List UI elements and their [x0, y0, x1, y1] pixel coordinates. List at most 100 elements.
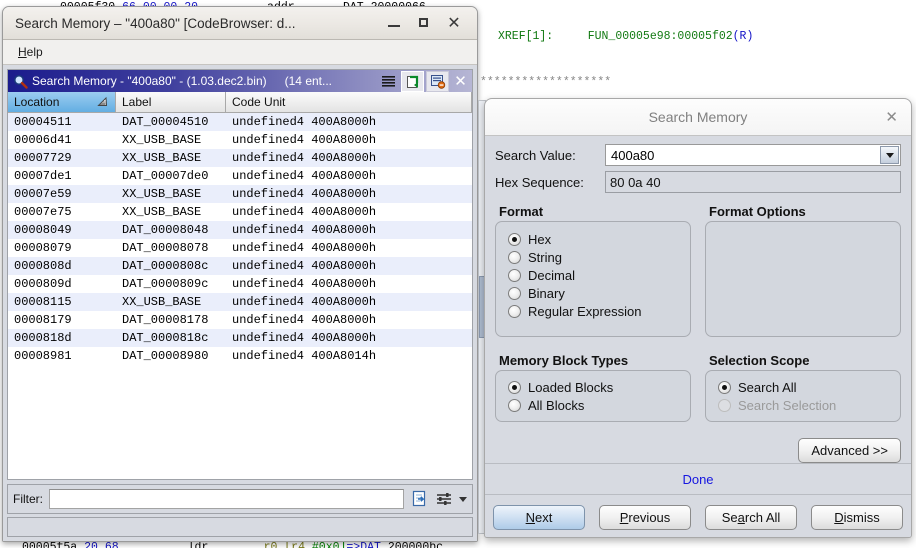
- search-value-combo[interactable]: 400a80: [605, 144, 901, 166]
- radio-button-icon[interactable]: [508, 268, 521, 282]
- radio-button-icon[interactable]: [508, 250, 521, 264]
- selection-scope-search-selection: Search Selection: [706, 396, 900, 414]
- cell-location: 00007de1: [14, 169, 72, 183]
- cell-label: DAT_00004510: [122, 115, 209, 129]
- cell-label: XX_USB_BASE: [122, 295, 202, 309]
- cell-code-unit: undefined4 400A8000h: [232, 205, 377, 219]
- cell-code-unit: undefined4 400A8000h: [232, 223, 377, 237]
- table-row[interactable]: 0000809d DAT_0000809c undefined4 400A8000h: [8, 275, 472, 293]
- radio-button-icon[interactable]: [508, 232, 521, 246]
- cell-code-unit: undefined4 400A8000h: [232, 259, 377, 273]
- selection-scope-search-all[interactable]: Search All: [706, 378, 900, 396]
- cell-code-unit: undefined4 400A8000h: [232, 295, 377, 309]
- button-label: Dismiss: [834, 509, 880, 525]
- menu-bar: Help: [3, 40, 477, 65]
- cell-code-unit: undefined4 400A8000h: [232, 133, 377, 147]
- column-header-label: Location: [14, 95, 60, 109]
- filter-input[interactable]: [49, 489, 404, 509]
- format-group-title: Format: [499, 204, 544, 219]
- results-panel-tools: ✕: [378, 70, 470, 92]
- radio-button-icon[interactable]: [508, 304, 521, 318]
- close-panel-icon[interactable]: ✕: [451, 72, 470, 90]
- cell-label: XX_USB_BASE: [122, 187, 202, 201]
- cell-label: DAT_00007de0: [122, 169, 209, 183]
- selection-scope-group-title: Selection Scope: [709, 353, 810, 368]
- radio-button-icon[interactable]: [508, 398, 521, 412]
- remove-items-icon[interactable]: [426, 70, 449, 92]
- window-title-bar[interactable]: Search Memory – "400a80" [CodeBrowser: d…: [3, 7, 477, 40]
- dialog-close-icon[interactable]: ✕: [885, 108, 898, 126]
- filter-options-icon[interactable]: [411, 490, 429, 508]
- column-header-code-unit[interactable]: Code Unit: [226, 92, 472, 112]
- format-option-regular-expression[interactable]: Regular Expression: [496, 302, 690, 320]
- memory-block-type-all-blocks[interactable]: All Blocks: [496, 396, 690, 414]
- listing-token: [r4,: [284, 541, 312, 548]
- cell-code-unit: undefined4 400A8000h: [232, 169, 377, 183]
- make-selection-icon[interactable]: [401, 70, 424, 92]
- window-controls: ✕: [387, 15, 471, 31]
- menu-item-help[interactable]: Help: [13, 43, 48, 61]
- table-row[interactable]: 00008049 DAT_00008048 undefined4 400A8000h: [8, 221, 472, 239]
- close-icon[interactable]: ✕: [447, 15, 461, 31]
- memory-block-types-group-title: Memory Block Types: [499, 353, 629, 368]
- results-panel: Search Memory - "400a80" - (1.03.dec2.bi…: [7, 69, 473, 480]
- listing-token: FUN_00005e98:00005f02: [587, 30, 733, 43]
- radio-button-icon[interactable]: [718, 380, 731, 394]
- listing-line: XREF[1]: FUN_00005e98:00005f02(R): [498, 30, 753, 43]
- minimize-icon[interactable]: [387, 16, 401, 30]
- previous-button[interactable]: Previous: [599, 504, 691, 530]
- next-button[interactable]: Next: [493, 504, 585, 530]
- cell-location: 0000808d: [14, 259, 72, 273]
- cell-label: DAT_0000818c: [122, 331, 209, 345]
- column-header-label[interactable]: Label: [116, 92, 226, 112]
- cell-label: DAT_0000808c: [122, 259, 209, 273]
- dialog-button-bar: Next Previous Search All Dismiss: [485, 494, 911, 537]
- filter-label: Filter:: [13, 492, 43, 506]
- table-row[interactable]: 00008115 XX_USB_BASE undefined4 400A8000h: [8, 293, 472, 311]
- search-memory-dialog: Search Memory ✕ Search Value: 400a80 Hex…: [484, 98, 912, 538]
- chevron-down-icon[interactable]: [459, 496, 467, 502]
- filter-settings-icon[interactable]: [435, 490, 453, 508]
- results-table-body[interactable]: 00004511 DAT_00004510 undefined4 400A8000h…: [8, 113, 472, 479]
- table-row[interactable]: 0000808d DAT_0000808c undefined4 400A8000h: [8, 257, 472, 275]
- table-row[interactable]: 00006d41 XX_USB_BASE undefined4 400A8000h: [8, 131, 472, 149]
- memory-block-types-radio-group: Loaded Blocks All Blocks: [495, 370, 691, 422]
- results-table-header: Location Label Code Unit: [8, 92, 472, 113]
- button-label: Previous: [619, 509, 671, 525]
- table-row[interactable]: 00004511 DAT_00004510 undefined4 400A8000h: [8, 113, 472, 131]
- hex-sequence-value: 80 0a 40: [605, 171, 901, 193]
- listing-token: ldr: [118, 541, 209, 548]
- radio-label: Hex: [528, 231, 552, 247]
- listing-token: =>DAT_: [346, 541, 388, 548]
- search-value-dropdown-icon[interactable]: [880, 146, 899, 164]
- dismiss-button[interactable]: Dismiss: [811, 504, 903, 530]
- format-option-hex[interactable]: Hex: [496, 230, 690, 248]
- cell-code-unit: undefined4 400A8000h: [232, 115, 377, 129]
- table-row[interactable]: 0000818d DAT_0000818c undefined4 400A8000h: [8, 329, 472, 347]
- button-label: Search All: [721, 509, 781, 525]
- radio-button-icon[interactable]: [508, 380, 521, 394]
- table-row[interactable]: 00007e59 XX_USB_BASE undefined4 400A8000h: [8, 185, 472, 203]
- button-label: Next: [525, 509, 553, 525]
- table-row[interactable]: 00008079 DAT_00008078 undefined4 400A8000h: [8, 239, 472, 257]
- radio-button-icon[interactable]: [508, 286, 521, 300]
- status-text: Done: [682, 471, 714, 487]
- maximize-icon[interactable]: [417, 16, 431, 30]
- search-all-button[interactable]: Search All: [705, 504, 797, 530]
- table-row[interactable]: 00007de1 DAT_00007de0 undefined4 400A8000h: [8, 167, 472, 185]
- cell-code-unit: undefined4 400A8000h: [232, 241, 377, 255]
- table-row[interactable]: 00007729 XX_USB_BASE undefined4 400A8000h: [8, 149, 472, 167]
- format-option-binary[interactable]: Binary: [496, 284, 690, 302]
- column-header-location[interactable]: Location: [8, 92, 116, 112]
- format-option-string[interactable]: String: [496, 248, 690, 266]
- listing-token: (R): [732, 30, 754, 43]
- listing-token: 20 68: [84, 541, 119, 548]
- memory-block-type-loaded-blocks[interactable]: Loaded Blocks: [496, 378, 690, 396]
- list-options-icon[interactable]: [378, 72, 399, 91]
- advanced-button[interactable]: Advanced >>: [798, 438, 901, 463]
- table-row[interactable]: 00008179 DAT_00008178 undefined4 400A8000h: [8, 311, 472, 329]
- table-row[interactable]: 00007e75 XX_USB_BASE undefined4 400A8000h: [8, 203, 472, 221]
- table-row[interactable]: 00008981 DAT_00008980 undefined4 400A8014h: [8, 347, 472, 365]
- format-option-decimal[interactable]: Decimal: [496, 266, 690, 284]
- radio-label: Search All: [738, 379, 797, 395]
